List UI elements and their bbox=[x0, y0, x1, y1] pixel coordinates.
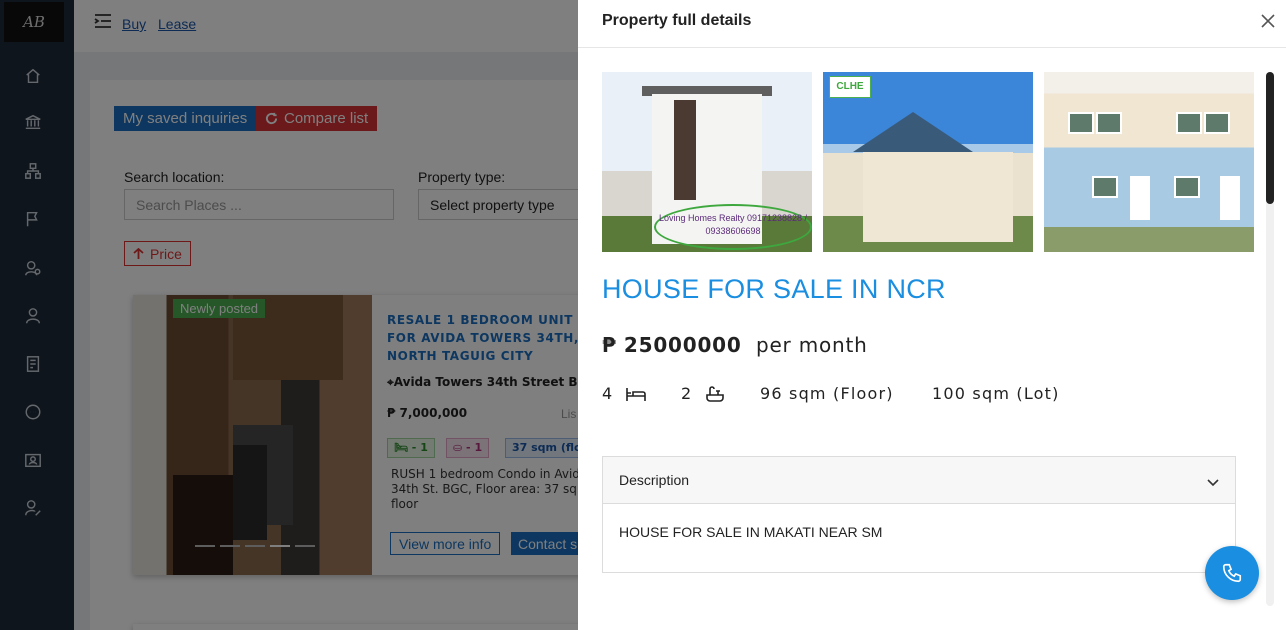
description-title: Description bbox=[619, 472, 690, 488]
gallery-image[interactable] bbox=[1044, 72, 1254, 252]
description-text: HOUSE FOR SALE IN MAKATI NEAR SM bbox=[619, 524, 883, 540]
property-title: HOUSE FOR SALE IN NCR bbox=[602, 274, 946, 304]
watermark: Loving Homes Realty 09171238828 / 093386… bbox=[654, 204, 812, 250]
bed-icon bbox=[626, 387, 647, 401]
divider bbox=[578, 47, 1286, 48]
lot-area: 100 sqm (Lot) bbox=[932, 384, 1060, 403]
close-icon[interactable] bbox=[1261, 13, 1277, 29]
modal-backdrop[interactable] bbox=[0, 0, 578, 630]
phone-icon bbox=[1222, 563, 1242, 583]
gallery-image[interactable]: Loving Homes Realty 09171238828 / 093386… bbox=[602, 72, 812, 252]
property-details-drawer: Property full details Loving Homes Realt… bbox=[578, 0, 1286, 630]
gallery-image[interactable]: CLHE bbox=[823, 72, 1033, 252]
bathroom-count: 2 bbox=[681, 384, 726, 403]
call-button[interactable] bbox=[1205, 546, 1259, 600]
description-accordion: Description HOUSE FOR SALE IN MAKATI NEA… bbox=[602, 456, 1236, 573]
drawer-title: Property full details bbox=[602, 12, 752, 29]
developer-logo: CLHE bbox=[829, 76, 871, 98]
bedroom-count: 4 bbox=[602, 384, 647, 403]
scrollbar[interactable] bbox=[1266, 72, 1274, 606]
property-price: ₱ 25000000 per month bbox=[602, 333, 868, 357]
floor-area: 96 sqm (Floor) bbox=[760, 384, 894, 403]
scrollbar-thumb[interactable] bbox=[1266, 72, 1274, 204]
currency-symbol: ₱ bbox=[602, 333, 617, 357]
bathtub-icon bbox=[706, 385, 725, 402]
description-accordion-header[interactable]: Description bbox=[603, 457, 1235, 504]
price-unit: per month bbox=[755, 333, 868, 357]
price-value: 25000000 bbox=[623, 333, 742, 357]
chevron-down-icon[interactable] bbox=[1207, 473, 1221, 487]
